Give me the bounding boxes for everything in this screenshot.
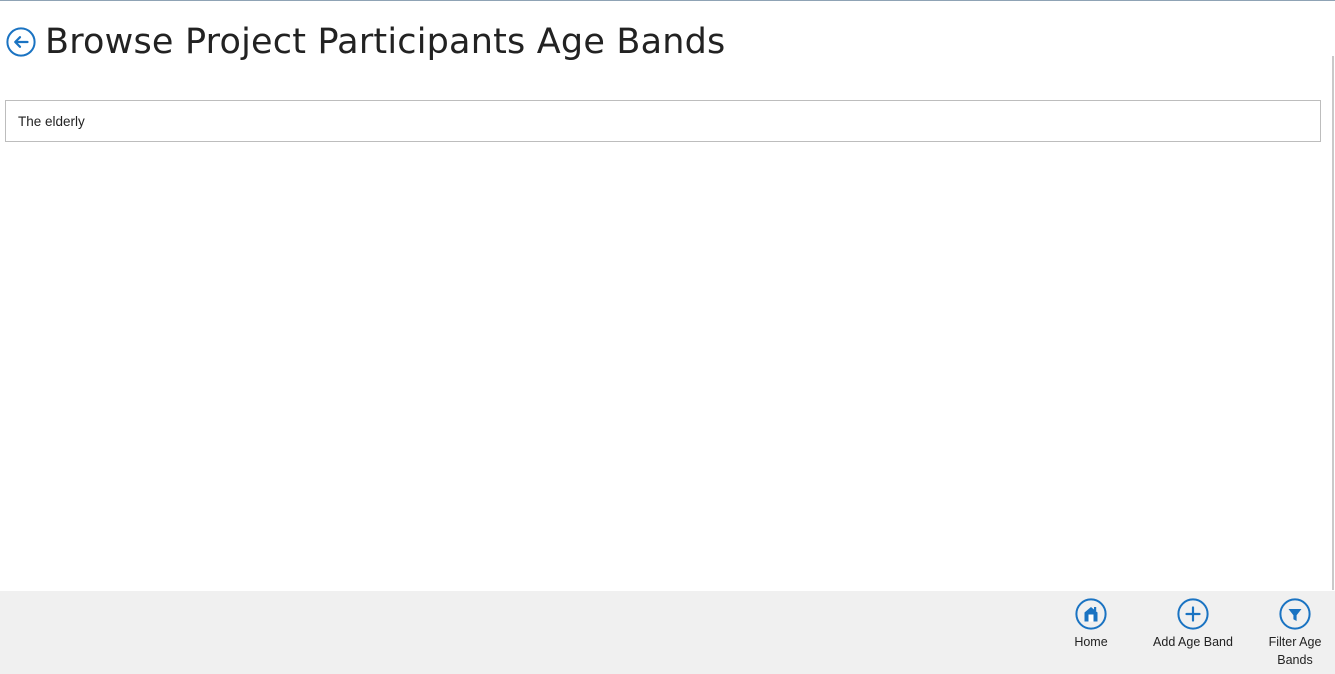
add-age-band-button[interactable]: Add Age Band: [1153, 598, 1233, 651]
top-divider: [0, 0, 1335, 1]
age-band-list: The elderly: [5, 100, 1321, 142]
list-item-label: The elderly: [18, 113, 85, 129]
filter-age-bands-label: Filter Age Bands: [1268, 635, 1322, 667]
app-bar: Home Add Age Band Filter Age Bands: [0, 591, 1335, 674]
home-icon: [1075, 598, 1107, 630]
scrollbar-thumb[interactable]: [1332, 56, 1334, 590]
list-item[interactable]: The elderly: [5, 100, 1321, 142]
page-title: Browse Project Participants Age Bands: [45, 22, 726, 62]
home-button-label: Home: [1074, 635, 1108, 649]
home-button[interactable]: Home: [1051, 598, 1131, 651]
page: Browse Project Participants Age Bands Th…: [0, 0, 1335, 674]
filter-age-bands-button[interactable]: Filter Age Bands: [1255, 598, 1335, 669]
filter-icon: [1279, 598, 1311, 630]
add-icon: [1177, 598, 1209, 630]
back-arrow-icon: [6, 27, 36, 57]
add-age-band-label: Add Age Band: [1153, 635, 1233, 649]
back-button[interactable]: [6, 27, 36, 57]
